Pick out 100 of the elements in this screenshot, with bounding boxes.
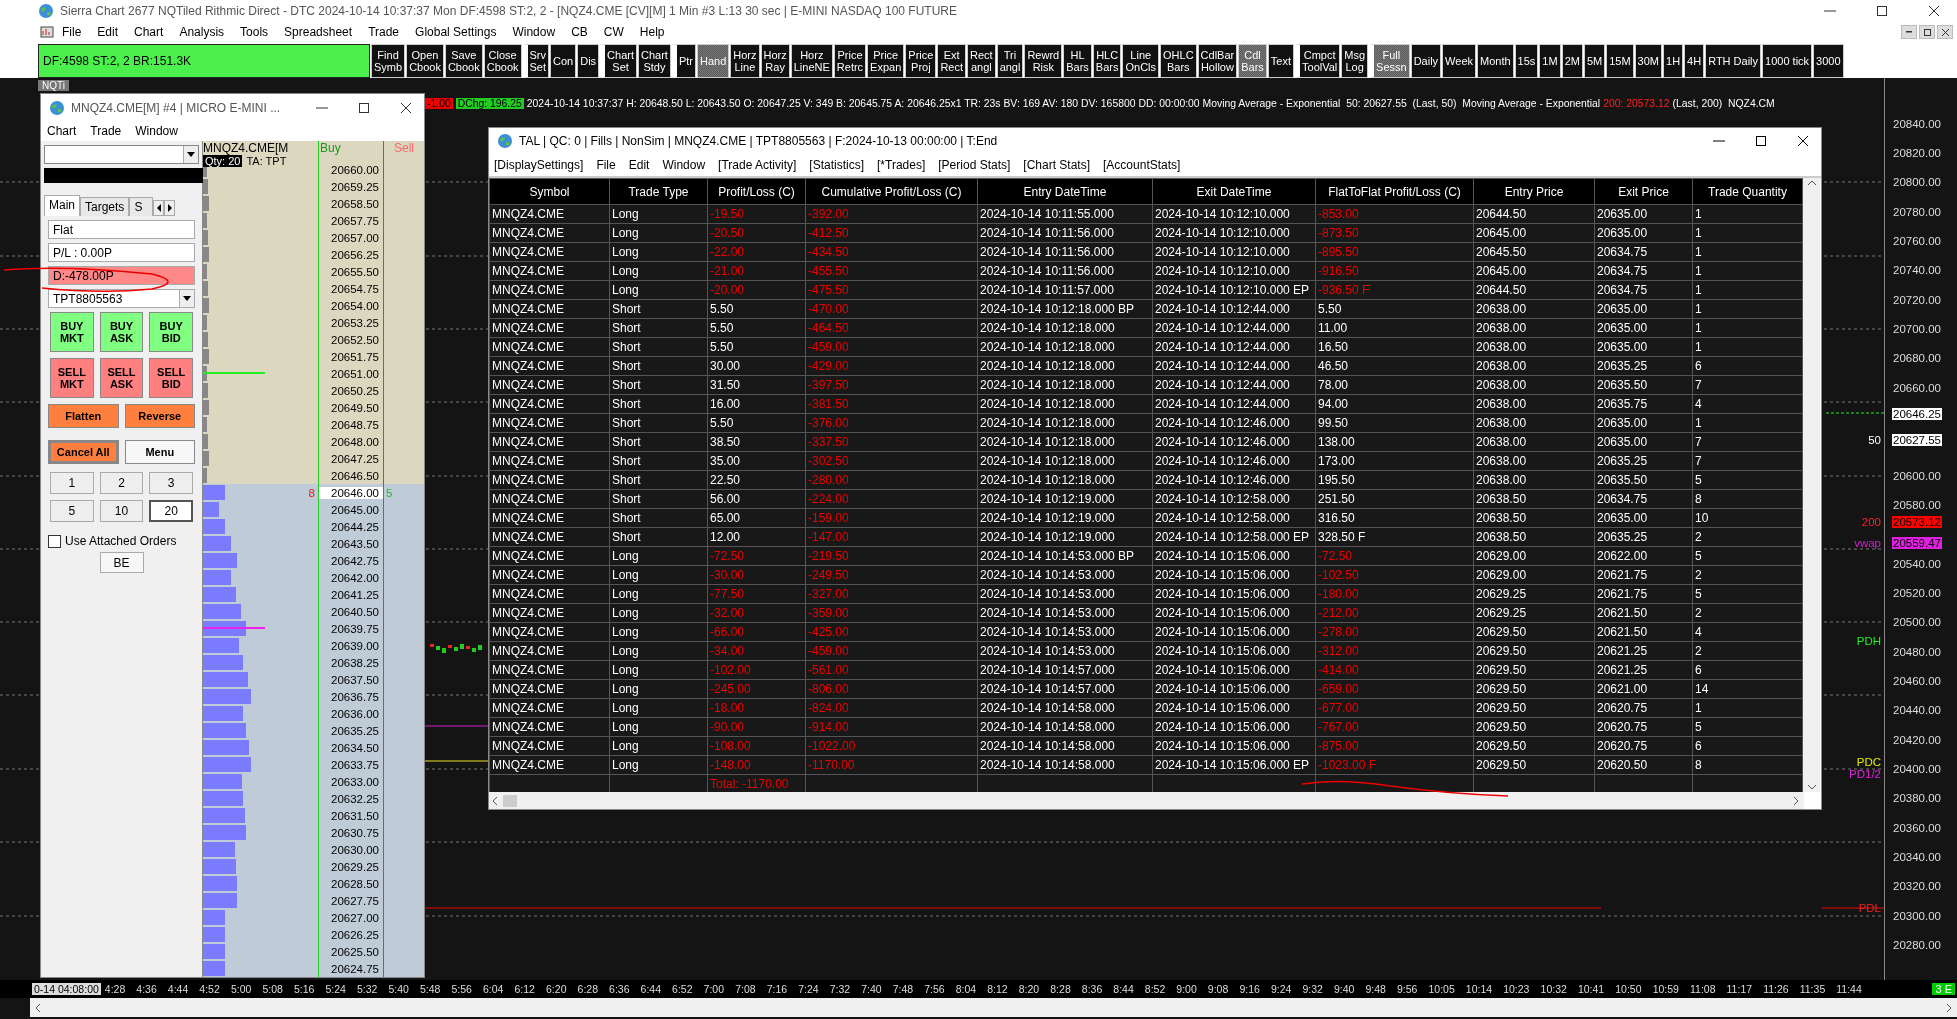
price-cell[interactable]: 20646.00 xyxy=(318,486,383,499)
toolbar-button[interactable]: Find Symb xyxy=(371,44,406,78)
menu-item[interactable]: Edit xyxy=(628,158,650,172)
menu-item[interactable]: Window xyxy=(135,124,178,138)
close-icon[interactable] xyxy=(1928,5,1940,17)
toolbar-button[interactable]: Hand xyxy=(697,44,730,78)
maximize-icon[interactable] xyxy=(1876,5,1888,17)
column-header[interactable]: Symbol xyxy=(489,178,610,205)
toolbar-button[interactable]: Horz LineNE xyxy=(790,44,833,78)
order-action-button[interactable]: Flatten xyxy=(48,404,119,428)
price-cell[interactable]: 20647.25 xyxy=(318,452,383,465)
buy-button[interactable]: BUY BID xyxy=(149,312,193,352)
sell-button[interactable]: SELL ASK xyxy=(99,358,144,398)
price-cell[interactable]: 20660.00 xyxy=(318,163,383,176)
toolbar-button[interactable]: Con xyxy=(550,44,577,78)
breakeven-button[interactable]: BE xyxy=(99,552,144,573)
toolbar-button[interactable]: Srv Set xyxy=(522,44,550,78)
checkbox[interactable] xyxy=(48,534,61,548)
tab[interactable]: Main xyxy=(44,195,80,216)
menu-item[interactable]: Chart xyxy=(126,25,172,39)
column-header[interactable]: Cumulative Profit/Loss (C) xyxy=(805,178,978,205)
toolbar-button[interactable]: RTH Daily xyxy=(1705,44,1762,78)
toolbar-button[interactable]: 15M xyxy=(1606,44,1634,78)
price-cell[interactable]: 20651.75 xyxy=(318,350,383,363)
toolbar-button[interactable]: 1M xyxy=(1539,44,1561,78)
toolbar-button[interactable]: Ext Rect xyxy=(937,44,966,78)
scroll-left-button[interactable] xyxy=(153,200,165,216)
menu-item[interactable]: Global Settings xyxy=(407,25,505,39)
price-cell[interactable]: 20656.25 xyxy=(318,248,383,261)
toolbar-button[interactable]: Tri angl xyxy=(996,44,1024,78)
scroll-thumb[interactable] xyxy=(503,794,517,807)
price-cell[interactable]: 20657.00 xyxy=(318,231,383,244)
toolbar-button[interactable]: HL Bars xyxy=(1063,44,1092,78)
toolbar-button[interactable]: Chart Stdy xyxy=(638,44,671,78)
restore-button[interactable] xyxy=(1919,25,1935,39)
menu-item[interactable]: Tools xyxy=(232,25,277,39)
price-cell[interactable]: 20646.50 xyxy=(318,469,383,482)
order-action-button[interactable]: Cancel All xyxy=(48,440,119,464)
column-header[interactable]: Profit/Loss (C) xyxy=(707,178,806,205)
scroll-right-button[interactable] xyxy=(164,200,176,216)
order-action-button[interactable]: Menu xyxy=(124,440,195,464)
maximize-icon[interactable] xyxy=(1755,135,1767,147)
toolbar-button[interactable]: 30M xyxy=(1634,44,1662,78)
column-header[interactable]: Entry Price xyxy=(1473,178,1595,205)
price-cell[interactable]: 20657.75 xyxy=(318,214,383,227)
toolbar-button[interactable]: 2M xyxy=(1561,44,1583,78)
toolbar-button[interactable]: Month xyxy=(1477,44,1514,78)
toolbar-button[interactable]: Horz Line xyxy=(730,44,760,78)
column-header[interactable]: Exit Price xyxy=(1594,178,1693,205)
buy-button[interactable]: BUY ASK xyxy=(99,312,144,352)
tab[interactable]: Targets xyxy=(80,197,130,216)
toolbar-button[interactable]: Rewrd Risk xyxy=(1024,44,1063,78)
toolbar-button[interactable]: Dis xyxy=(577,44,600,78)
minimize-icon[interactable] xyxy=(316,106,328,109)
toolbar-button[interactable]: 15s xyxy=(1514,44,1539,78)
menu-item[interactable]: CW xyxy=(595,25,632,39)
quantity-button[interactable]: 10 xyxy=(99,500,144,522)
scroll-down-icon[interactable] xyxy=(1806,784,1817,790)
close-icon[interactable] xyxy=(1797,135,1809,147)
column-header[interactable]: Trade Type xyxy=(609,178,708,205)
toolbar-button[interactable]: Cmpct ToolVal xyxy=(1295,44,1341,78)
menu-item[interactable]: [Trade Activity] xyxy=(718,158,797,172)
toolbar-button[interactable]: OHLC Bars xyxy=(1160,44,1197,78)
scroll-up-icon[interactable] xyxy=(1806,180,1817,186)
price-cell[interactable]: 20648.00 xyxy=(318,435,383,448)
account-dropdown[interactable]: TPT8805563 xyxy=(48,289,195,308)
price-cell[interactable]: 20649.50 xyxy=(318,401,383,414)
sell-button[interactable]: SELL BID xyxy=(149,358,193,398)
menu-item[interactable]: [AccountStats] xyxy=(1103,158,1181,172)
sell-button[interactable]: SELL MKT xyxy=(50,358,94,398)
column-header[interactable]: Entry DateTime xyxy=(977,178,1153,205)
toolbar-button[interactable]: Save Cbook xyxy=(444,44,483,78)
toolbar-button[interactable]: Chart Set xyxy=(600,44,637,78)
toolbar-button[interactable]: CdlBar Hollow xyxy=(1197,44,1238,78)
menu-item[interactable]: CB xyxy=(563,25,596,39)
toolbar-button[interactable]: 3000 xyxy=(1813,44,1844,78)
price-cell[interactable]: 20648.75 xyxy=(318,418,383,431)
close-button[interactable] xyxy=(1937,25,1953,39)
toolbar-button[interactable]: Price Retrc xyxy=(833,44,867,78)
toolbar-button[interactable]: Price Expan xyxy=(867,44,905,78)
buy-button[interactable]: BUY MKT xyxy=(50,312,94,352)
price-cell[interactable]: 20659.25 xyxy=(318,180,383,193)
order-action-button[interactable]: Reverse xyxy=(124,404,195,428)
price-cell[interactable]: 20658.50 xyxy=(318,197,383,210)
price-cell[interactable]: 20651.00 xyxy=(318,367,383,380)
toolbar-button[interactable]: 1H xyxy=(1663,44,1684,78)
menu-item[interactable]: File xyxy=(54,25,90,39)
price-cell[interactable]: 20653.25 xyxy=(318,316,383,329)
quantity-button[interactable]: 5 xyxy=(50,500,94,522)
symbol-dropdown[interactable] xyxy=(44,145,199,164)
column-header[interactable]: FlatToFlat Profit/Loss (C) xyxy=(1315,178,1474,205)
menu-item[interactable]: [Statistics] xyxy=(809,158,865,172)
toolbar-button[interactable]: Open Cbook xyxy=(406,44,444,78)
chart-tab[interactable]: NQTi xyxy=(38,80,69,91)
scroll-right-icon[interactable] xyxy=(1945,1002,1953,1013)
toolbar-button[interactable]: Msg Log xyxy=(1341,44,1369,78)
column-header[interactable]: Exit DateTime xyxy=(1152,178,1316,205)
toolbar-button[interactable]: 5M xyxy=(1583,44,1606,78)
toolbar-button[interactable]: Line OnCls xyxy=(1122,44,1160,78)
menu-item[interactable]: Spreadsheet xyxy=(276,25,361,39)
